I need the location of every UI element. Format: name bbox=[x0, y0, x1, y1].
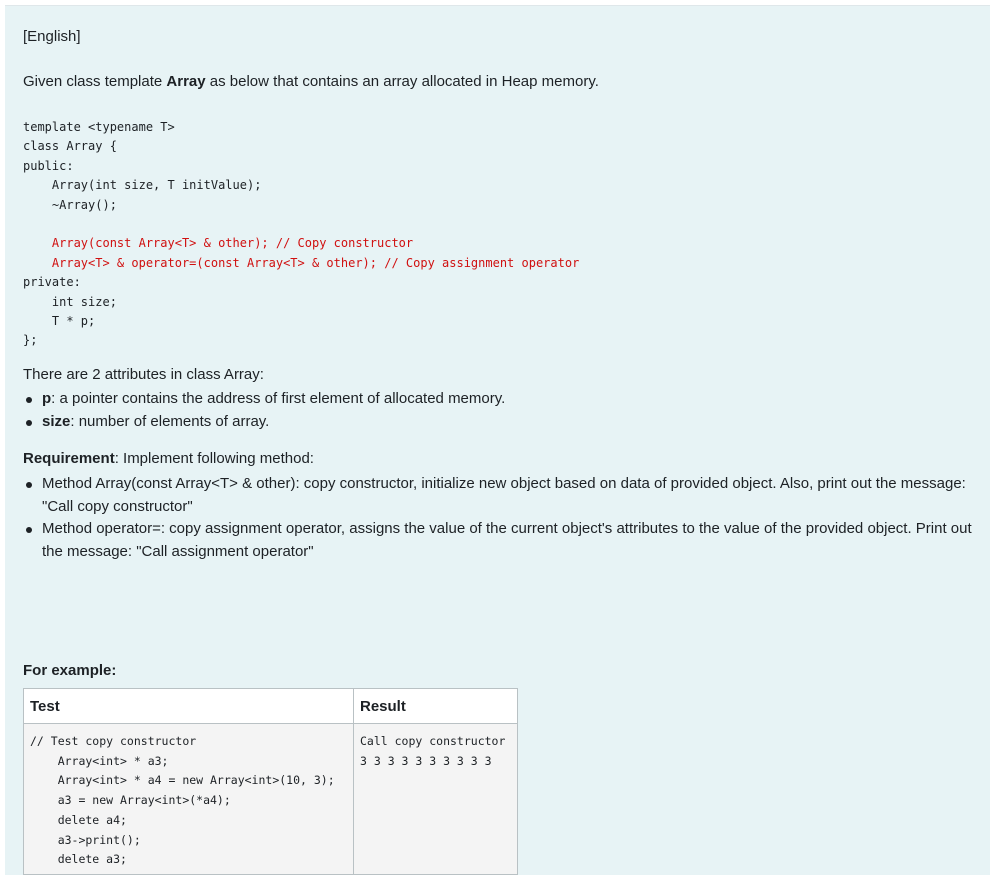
attribute-name: p bbox=[42, 390, 52, 407]
requirement-title: Requirement: Implement following method: bbox=[23, 450, 314, 467]
code-line: public: bbox=[23, 158, 74, 173]
code-line: template <typename T> bbox=[23, 120, 175, 134]
attributes-title: There are 2 attributes in class Array: bbox=[23, 366, 264, 383]
example-header-row: Test Result bbox=[23, 688, 518, 724]
test-code-cell: // Test copy constructor Array<int> * a3… bbox=[23, 723, 354, 875]
header-result: Result bbox=[353, 688, 518, 724]
question-panel: [English] Given class template Array as … bbox=[5, 5, 990, 875]
attribute-desc: : a pointer contains the address of firs… bbox=[51, 390, 506, 407]
code-line: Array(int size, T initValue); bbox=[23, 178, 262, 193]
example-table: Test Result // Test copy constructor Arr… bbox=[23, 688, 518, 875]
code-line-copy-constructor: Array(const Array<T> & other); // Copy c… bbox=[23, 236, 414, 251]
code-line: T * p; bbox=[23, 314, 96, 329]
intro-text-before: Given class template bbox=[23, 73, 167, 90]
intro-class-name: Array bbox=[166, 73, 206, 90]
code-line-copy-assignment: Array<T> & operator=(const Array<T> & ot… bbox=[23, 255, 580, 270]
intro-paragraph: Given class template Array as below that… bbox=[23, 73, 599, 90]
header-test: Test bbox=[23, 688, 354, 724]
attribute-name: size bbox=[42, 412, 71, 430]
attribute-desc: : number of elements of array. bbox=[70, 412, 270, 430]
code-line: }; bbox=[23, 333, 38, 348]
attribute-item: size: number of elements of array. bbox=[23, 411, 923, 434]
result-cell: Call copy constructor 3 3 3 3 3 3 3 3 3 … bbox=[353, 723, 518, 875]
example-title: For example: bbox=[23, 662, 117, 679]
attributes-list: p: a pointer contains the address of fir… bbox=[23, 388, 923, 433]
requirement-list: Method Array(const Array<T> & other): co… bbox=[23, 473, 973, 563]
requirement-item: Method Array(const Array<T> & other): co… bbox=[23, 473, 973, 518]
code-line: ~Array(); bbox=[23, 197, 117, 212]
requirement-item: Method operator=: copy assignment operat… bbox=[23, 518, 973, 563]
intro-text-after: as below that contains an array allocate… bbox=[205, 73, 599, 90]
code-line: int size; bbox=[23, 294, 117, 309]
requirement-text: : Implement following method: bbox=[114, 450, 314, 467]
requirement-label: Requirement bbox=[23, 450, 115, 467]
attribute-item: p: a pointer contains the address of fir… bbox=[23, 388, 923, 411]
language-tag: [English] bbox=[23, 28, 81, 45]
class-code-block: template <typename T> class Array { public… bbox=[23, 118, 579, 351]
code-line: class Array { bbox=[23, 139, 117, 154]
code-line: private: bbox=[23, 275, 81, 290]
example-row: // Test copy constructor Array<int> * a3… bbox=[23, 723, 518, 875]
